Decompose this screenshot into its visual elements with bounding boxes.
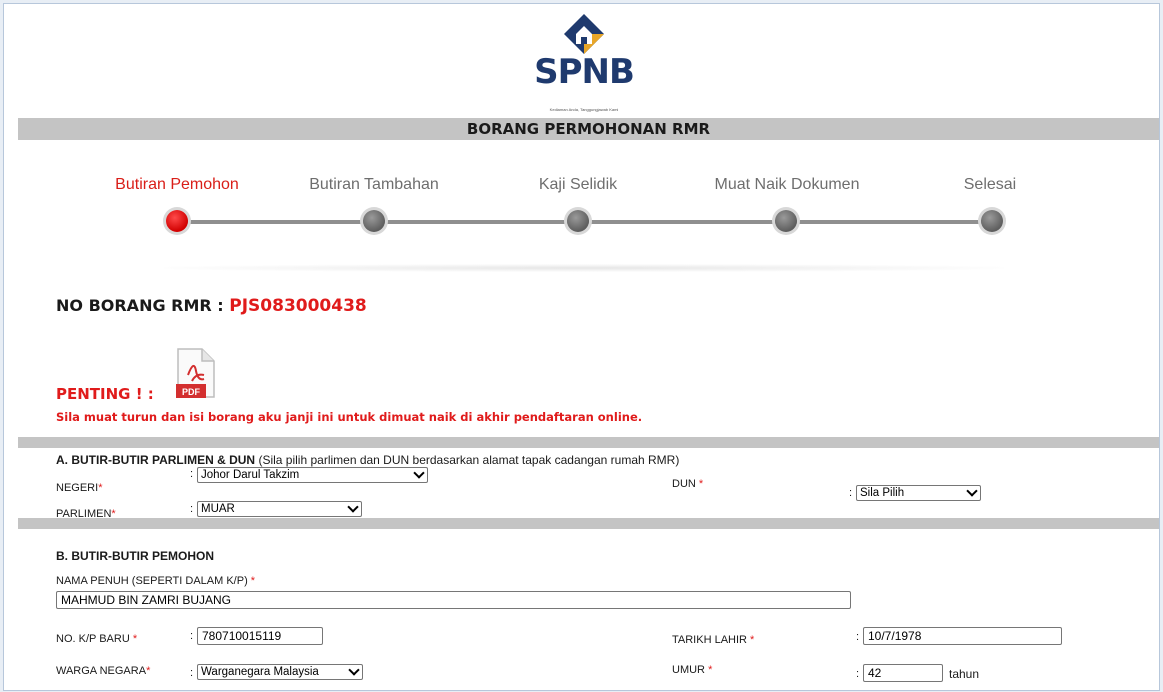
step-dot-active — [166, 210, 188, 232]
step-kaji-selidik: Kaji Selidik — [478, 4, 678, 194]
step-butiran-tambahan: Butiran Tambahan — [274, 4, 474, 194]
kp-input[interactable]: 780710015119 — [197, 627, 323, 645]
nama-label: NAMA PENUH (SEPERTI DALAM K/P) * — [56, 575, 256, 587]
negeri-label: NEGERI* — [56, 482, 103, 494]
step-dot — [363, 210, 385, 232]
colon: : — [856, 668, 860, 680]
negeri-select[interactable]: Johor Darul Takzim — [197, 467, 428, 483]
step-label: Selesai — [963, 176, 1017, 193]
colon: : — [856, 631, 860, 643]
download-notice: Sila muat turun dan isi borang aku janji… — [56, 410, 643, 424]
step-label: Kaji Selidik — [538, 176, 618, 193]
step-label: Butiran Pemohon — [115, 176, 239, 193]
dun-select[interactable]: Sila Pilih — [856, 485, 981, 501]
colon: : — [190, 667, 194, 679]
step-label: Butiran Tambahan — [309, 176, 439, 193]
colon: : — [190, 630, 194, 642]
umur-unit: tahun — [949, 667, 980, 681]
section-b-title: B. BUTIR-BUTIR PEMOHON — [56, 549, 214, 563]
step-dot — [775, 210, 797, 232]
umur-input[interactable]: 42 — [863, 664, 943, 682]
tarikh-lahir-label: TARIKH LAHIR * — [672, 634, 755, 646]
step-dot — [567, 210, 589, 232]
warga-negara-select[interactable]: Warganegara Malaysia — [197, 664, 363, 680]
form-number-label: NO BORANG RMR : — [56, 296, 230, 315]
step-label: Muat Naik Dokumen — [714, 176, 860, 193]
section-a-heading: A. BUTIR-BUTIR PARLIMEN & DUN — [56, 453, 256, 467]
chevron-down-icon — [347, 501, 359, 513]
pdf-file-icon[interactable]: PDF — [174, 347, 218, 399]
section-a-title: A. BUTIR-BUTIR PARLIMEN & DUN (Sila pili… — [56, 453, 679, 467]
chevron-down-icon — [966, 485, 978, 497]
colon: : — [190, 503, 194, 515]
dun-label: DUN * — [672, 478, 704, 490]
step-selesai: Selesai — [890, 4, 1090, 194]
umur-label: UMUR * — [672, 664, 713, 676]
section-a-note: (Sila pilih parlimen dan DUN berdasarkan… — [258, 453, 680, 467]
stepper-shadow — [164, 264, 1004, 272]
application-page: SPNB Kediaman Anda, Tanggungjawab Kami B… — [3, 3, 1160, 691]
kp-label: NO. K/P BARU * — [56, 633, 138, 645]
warga-negara-label: WARGA NEGARA* — [56, 665, 151, 677]
chevron-down-icon — [348, 664, 360, 676]
section-divider — [18, 518, 1159, 529]
step-dot — [981, 210, 1003, 232]
section-divider — [18, 437, 1159, 448]
tarikh-lahir-input[interactable]: 10/7/1978 — [863, 627, 1062, 645]
svg-text:PDF: PDF — [182, 387, 201, 397]
nama-input[interactable]: MAHMUD BIN ZAMRI BUJANG — [56, 591, 851, 609]
colon: : — [849, 487, 853, 499]
chevron-down-icon — [413, 467, 425, 479]
important-label: PENTING ! : — [56, 385, 154, 403]
form-number-value: PJS083000438 — [229, 296, 367, 316]
parlimen-select[interactable]: MUAR — [197, 501, 362, 517]
step-butiran-pemohon: Butiran Pemohon — [77, 4, 277, 194]
form-number: NO BORANG RMR : PJS083000438 — [56, 296, 367, 316]
step-muat-naik-dokumen: Muat Naik Dokumen — [687, 4, 887, 194]
colon: : — [190, 468, 194, 480]
